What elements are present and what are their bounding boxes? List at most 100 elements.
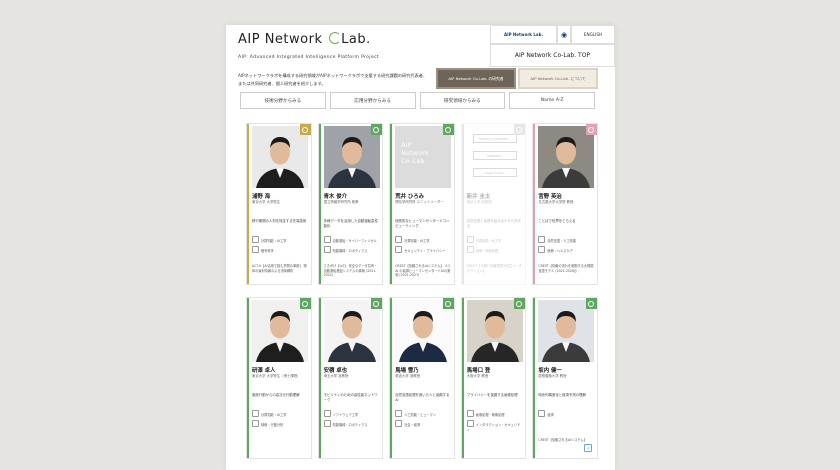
tab-research-area[interactable]: 研究領域からみる [419,92,506,109]
field-tag-label: 暗号科学 [261,249,274,253]
field-tag: 画像・映像処理 [466,246,523,254]
category-corner-icon [442,298,454,309]
field-tag: 知能機械・ロボティクス [323,420,380,428]
field-icon [466,410,474,417]
research-theme: モビリティのための高性能ネットワーク [323,393,378,402]
researchers-button[interactable]: AIP Network Co-Lab. の研究者 [436,68,516,89]
researcher-affiliation: 名古屋大学大学院 教授 [538,200,574,204]
field-tag: 画像処理・映像処理 [466,410,523,418]
project-link-button[interactable]: WEBSITE › [472,151,517,160]
field-tag: 自然言語・人工知能 [538,236,594,244]
researcher-photo [252,300,308,362]
researcher-affiliation: 筑波大学 准教授 [395,374,420,378]
project-info: CREST【人間と情報環境の共生インタラクション】 [466,264,522,273]
researcher-photo [466,300,523,362]
researcher-card[interactable]: 浦野 海東京大学 大学院生 移行期間の人材を特定する先端技術 計算知能・AI工学 暗号… [246,123,312,285]
researcher-card[interactable]: 馬場口 登大阪大学 教授 プライバシーを保護する画像処理 画像処理・映像処理 インタラ… [460,297,527,459]
researcher-card[interactable]: 研澤 卓人 東京大学 大学院生（博士課程） 施設行動からの高次元行動理解 計算知能・A… [246,297,312,459]
field-icon [395,410,403,417]
category-corner-icon [585,124,597,135]
field-icon [538,236,546,243]
external-link-icon[interactable]: ↗ [583,444,592,452]
field-tag: 計算知能・AI工学 [395,236,451,244]
researcher-card[interactable]: 馬場 雪乃 筑波大学 准教授 自然言語処理を用いた人と協働するAI 人工知能・ヒューマ… [389,297,455,459]
field-tag-label: 自然言語・人工知能 [547,239,577,243]
card-accent-bar [461,298,464,458]
placeholder-logo-text: AIP Network Co-Lab. [401,142,430,165]
research-theme: 多様データを活用した自動運転高性能化 [323,219,378,228]
field-tag-label: 計算知能・AI工学 [261,239,287,243]
category-corner-icon [442,124,454,135]
researcher-photo [323,126,380,188]
researcher-row-1: 浦野 海東京大学 大学院生 移行期間の人材を特定する先端技術 計算知能・AI工学 暗号… [246,123,598,285]
researcher-affiliation: 国立情報学研究所 助教 [323,200,359,204]
researcher-affiliation: 東京大学 大学院生（博士課程） [252,374,301,378]
site-tagline: AIP: Advanced Integrated Intelligence Pl… [238,55,379,60]
field-icon [252,246,259,253]
researcher-card[interactable]: 坂内 健一 慶應義塾大学 教授 時系列構造化と経済予測の理解 経済 CREST【信頼され… [532,297,598,459]
project-info: CREST【情報の流れを制御する大規模言語モデル (2021-2026)】 [538,264,594,273]
language-switch[interactable]: ENGLISH [571,25,615,44]
field-icon [395,236,403,243]
field-tag-label: 知能機械・ロボティクス [332,249,368,253]
logo-text-2: Lab. [341,32,371,47]
research-theme: プライバシーを保護する画像処理 [466,393,518,397]
category-corner-icon [299,124,311,135]
placeholder-logo: AIP Network Co-Lab. [395,126,452,188]
researcher-card[interactable]: AIP Network Co-Lab. 荒井 ひろみ 理化学研究所 ユニットリーダー 個別… [389,123,455,285]
card-accent-bar [247,124,249,284]
field-icon [323,246,331,253]
project-info: ACT-X【AI活用で挑む学問の革新】 物体の幾何情報のよる流体解析 [252,264,307,273]
card-accent-bar [533,298,536,458]
field-tag-label: 画像・映像処理 [475,249,499,253]
researcher-row-2: 研澤 卓人 東京大学 大学院生（博士課程） 施設行動からの高次元行動理解 計算知能・A… [246,297,598,459]
researcher-affiliation: 大阪大学 教授 [466,374,489,378]
field-tag-label: 人工知能・ヒューマン [404,413,437,417]
tab-technology[interactable]: 技術分野からみる [240,92,326,109]
field-tag: 計算知能・AI工学 [466,236,523,244]
field-tag-label: ソフトウェア工学 [332,413,359,417]
researcher-card[interactable]: 宮野 英治 名古屋大学大学院 教授 ことばで世界をとらえる 自然言語・人工知能 医療・ヘ… [532,123,598,285]
field-tag-label: 計算知能・AI工学 [404,239,430,243]
card-accent-bar [318,298,321,458]
researcher-photo [538,300,595,362]
filter-tabs: 技術分野からみる 応用分野からみる 研究領域からみる Name A-Z [240,92,595,109]
project-link-button[interactable]: PROJECT SUMMARY › [472,134,517,143]
field-tag-label: 医療・ヘルスケア [547,249,573,253]
top-link[interactable]: AIP Network Co-Lab. TOP [490,44,615,67]
project-link-button[interactable]: researchmap › [472,168,517,177]
researcher-affiliation: 東京大学 准教授 [466,200,492,204]
field-tag: 社会・経済 [395,420,451,428]
field-icon [323,420,331,427]
page-frame: AIP Network Lab. AIP: Advanced Integrate… [226,25,615,470]
about-button[interactable]: AIP Network Co-Lab. について [518,68,598,89]
researcher-photo [323,300,380,362]
tab-name-az[interactable]: Name A-Z [509,92,595,109]
category-corner-icon [585,298,597,309]
co-logo-icon [329,32,342,44]
researcher-card[interactable]: 安積 卓也 埼玉大学 准教授 モビリティのための高性能ネットワーク ソフトウェア工学知… [317,297,384,459]
tab-application[interactable]: 応用分野からみる [329,92,416,109]
field-tag: インタラクション・セキュリティ [466,420,523,432]
research-theme: 自然言語と画像を組み合わせた新手法 [466,219,522,228]
globe-icon[interactable]: ◉ [557,25,571,44]
researcher-card[interactable]: PROJECT SUMMARY › WEBSITE › researchmap › 新… [460,123,527,285]
site-logo[interactable]: AIP Network Lab. [238,32,371,47]
card-accent-bar [461,124,464,284]
researcher-photo [538,126,595,188]
research-theme: 時系列構造化と経済予測の理解 [538,393,586,397]
field-tag: 暗号科学 [252,246,308,254]
category-corner-icon [371,124,383,135]
researcher-card[interactable]: 青木 俊介 国立情報学研究所 助教 多様データを活用した自動運転高性能化 自動運転・サ… [317,123,384,285]
field-icon [466,236,474,243]
field-tag-label: インタラクション・セキュリティ [466,423,521,432]
field-tag: セキュリティ・プライバシー [395,246,451,254]
field-icon [466,246,474,253]
aip-network-link[interactable]: AIP Network Lab. [490,25,557,44]
field-icon [323,410,331,417]
field-tag: 計算知能・AI工学 [252,236,308,244]
field-icon [252,236,259,243]
researcher-affiliation: 慶應義塾大学 教授 [538,374,567,378]
field-tag: 映像・行動分析 [252,420,308,428]
field-icon [323,236,331,243]
